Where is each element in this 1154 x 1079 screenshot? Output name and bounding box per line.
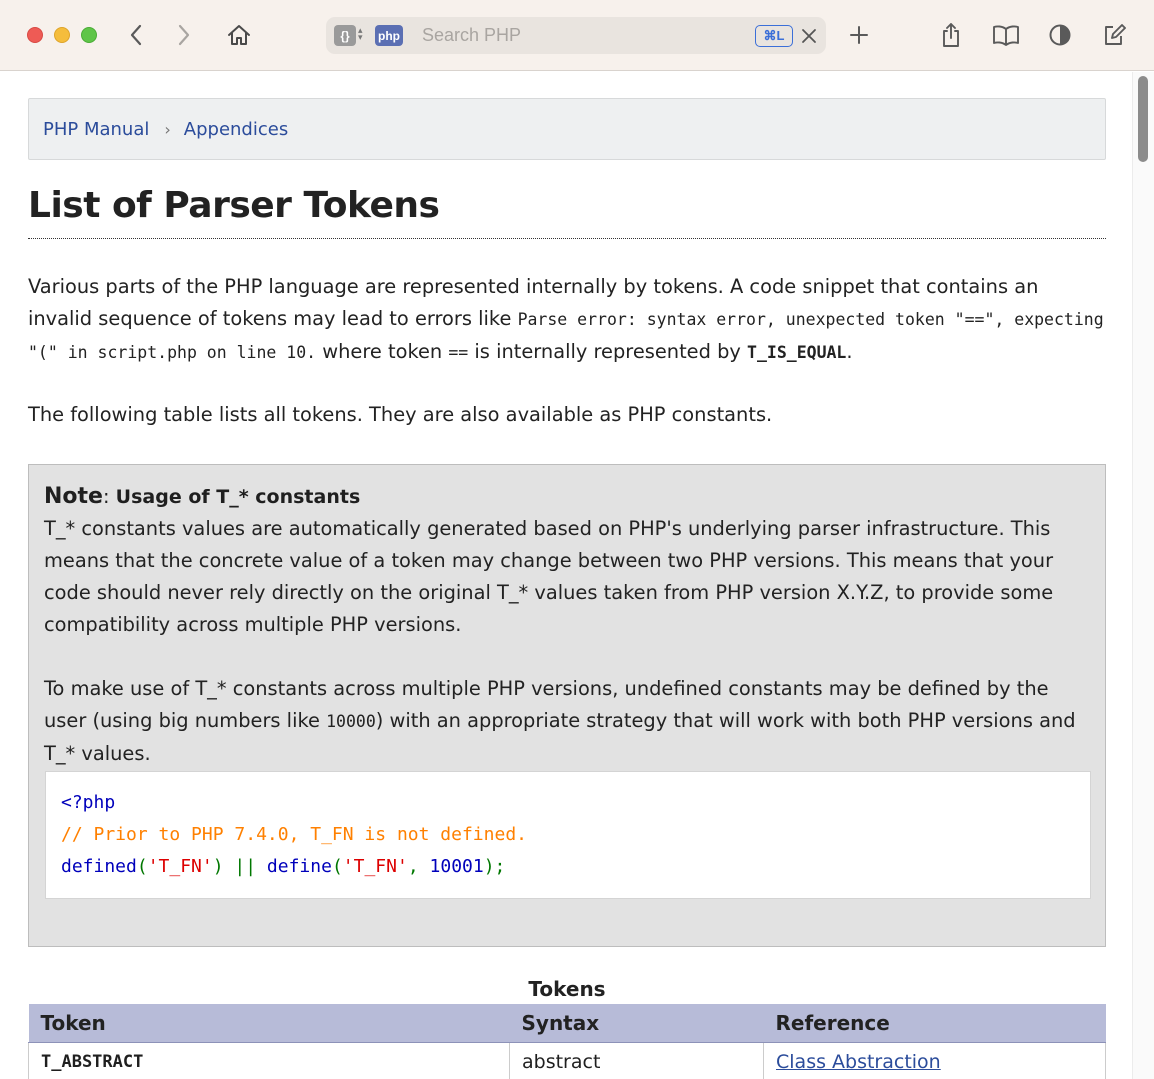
- syntax-cell: abstract: [509, 1042, 764, 1079]
- php-search-engine-icon[interactable]: php: [375, 25, 403, 46]
- code-punctuation: (: [136, 856, 148, 877]
- note-title: Usage of T_* constants: [115, 486, 361, 508]
- breadcrumb: PHP Manual › Appendices: [28, 98, 1106, 160]
- token-cell: T_ABSTRACT: [28, 1042, 510, 1079]
- chevron-updown-icon: ▴ ▾: [358, 26, 363, 43]
- title-divider: [28, 238, 1106, 239]
- table-intro-paragraph: The following table lists all tokens. Th…: [28, 403, 773, 426]
- scrollbar-thumb[interactable]: [1138, 76, 1148, 162]
- json-extension-icon[interactable]: {}: [334, 25, 356, 46]
- note-label: Note: [44, 484, 103, 509]
- code-punctuation: (: [331, 856, 343, 877]
- zoom-window-button[interactable]: [81, 27, 97, 43]
- table-header-row: Token Syntax Reference: [28, 1004, 1106, 1043]
- code-function: define: [266, 856, 332, 877]
- search-input[interactable]: [422, 23, 742, 48]
- note-paragraph: To make use of T_* constants across mult…: [44, 673, 1094, 770]
- code-operator: ) ||: [212, 856, 267, 877]
- back-button[interactable]: [121, 20, 151, 50]
- forward-button[interactable]: [169, 20, 199, 50]
- shortcut-badge: ⌘L: [755, 25, 793, 47]
- chevron-left-icon: [130, 24, 142, 46]
- table-row: T_ABSTRACT abstract Class Abstraction: [28, 1042, 1106, 1079]
- code-line: defined('T_FN') || define('T_FN', 10001)…: [61, 851, 1090, 883]
- close-window-button[interactable]: [27, 27, 43, 43]
- note-paragraph: T_* constants values are automatically g…: [44, 517, 1054, 636]
- address-bar[interactable]: {} ▴▾ php ⌘L: [326, 17, 826, 54]
- dark-mode-button[interactable]: [1045, 20, 1075, 50]
- note-heading: Note: Usage of T_* constants: [44, 481, 360, 513]
- edit-icon: [1105, 24, 1126, 45]
- code-string: 'T_FN': [147, 856, 213, 877]
- new-tab-button[interactable]: [844, 20, 874, 50]
- close-icon: [801, 28, 816, 43]
- code-function: defined: [61, 856, 137, 877]
- browser-toolbar: {} ▴▾ php ⌘L: [0, 0, 1154, 71]
- number-code: 10000: [326, 712, 376, 731]
- intro-paragraph: Various parts of the PHP language are re…: [28, 271, 1106, 369]
- note-box: Note: Usage of T_* constants T_* constan…: [28, 464, 1106, 947]
- code-punctuation: );: [483, 856, 506, 877]
- php-search-engine-label: php: [378, 28, 400, 43]
- chevron-right-icon: [178, 24, 190, 46]
- reference-link[interactable]: Class Abstraction: [776, 1051, 941, 1073]
- code-line: <?php: [61, 792, 116, 813]
- tokens-table: Token Syntax Reference T_ABSTRACT abstra…: [28, 1004, 1106, 1079]
- breadcrumb-link-php-manual[interactable]: PHP Manual: [43, 119, 149, 140]
- code-string: 'T_FN': [342, 856, 408, 877]
- code-number: 10001: [429, 856, 484, 877]
- breadcrumb-separator: ›: [164, 119, 171, 139]
- intro-text: is internally represented by: [468, 340, 748, 363]
- code-example: <?php // Prior to PHP 7.4.0, T_FN is not…: [45, 771, 1091, 899]
- share-button[interactable]: [936, 20, 966, 50]
- note-colon: :: [102, 485, 116, 508]
- json-extension-label: {}: [340, 28, 350, 43]
- share-icon: [943, 23, 959, 47]
- code-punctuation: ,: [407, 856, 430, 877]
- reference-cell: Class Abstraction: [763, 1042, 1106, 1079]
- book-icon: [993, 25, 1019, 46]
- page-title: List of Parser Tokens: [28, 185, 440, 226]
- contrast-icon: [1049, 24, 1071, 46]
- column-header-token: Token: [28, 1004, 510, 1043]
- scrollbar[interactable]: [1132, 72, 1154, 1079]
- home-icon: [228, 25, 250, 45]
- token-name-code: T_IS_EQUAL: [747, 343, 847, 362]
- plus-icon: [850, 26, 868, 44]
- table-caption: Tokens: [528, 977, 606, 1001]
- breadcrumb-link-appendices[interactable]: Appendices: [184, 119, 288, 140]
- home-button[interactable]: [224, 20, 254, 50]
- token-code: ==: [448, 343, 469, 362]
- intro-text: where token: [316, 340, 449, 363]
- compose-button[interactable]: [1099, 20, 1129, 50]
- code-comment-line: // Prior to PHP 7.4.0, T_FN is not defin…: [61, 824, 527, 845]
- column-header-reference: Reference: [763, 1004, 1106, 1043]
- reading-list-button[interactable]: [991, 20, 1021, 50]
- web-page: PHP Manual › Appendices List of Parser T…: [0, 72, 1154, 1079]
- intro-text: .: [846, 340, 853, 363]
- minimize-window-button[interactable]: [54, 27, 70, 43]
- clear-search-button[interactable]: [796, 23, 821, 48]
- column-header-syntax: Syntax: [509, 1004, 764, 1043]
